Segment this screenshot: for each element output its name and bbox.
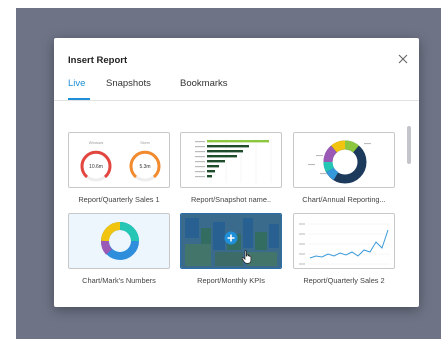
report-thumbnail [293,213,395,269]
report-card-label: Report/Quarterly Sales 2 [303,276,385,285]
tab-live[interactable]: Live [68,78,85,89]
plus-icon[interactable] [224,231,238,245]
report-card-quarterly-sales-2[interactable]: Report/Quarterly Sales 2 [293,213,395,285]
tab-snapshots[interactable]: Snapshots [106,78,151,89]
report-card-label: Report/Monthly KPIs [197,276,265,285]
report-thumbnail [180,213,282,269]
report-card-marks-numbers[interactable]: Chart/Mark's Numbers [68,213,170,285]
gauge-left-value: 10.6m [89,164,103,170]
insert-report-dialog: Insert Report Live Snapshots Bookmarks W… [54,38,419,307]
report-card-label: Report/Quarterly Sales 1 [78,195,160,204]
report-thumbnail [68,213,170,269]
gauge-left-title: Windows [89,141,104,145]
gauge-right-title: Storm [140,141,150,145]
vertical-scrollbar[interactable] [407,126,411,164]
report-card-snapshot[interactable]: Report/Snapshot name.. [180,132,282,204]
dialog-title: Insert Report [68,55,128,66]
report-card-monthly-kpis[interactable]: Report/Monthly KPIs [180,213,282,285]
report-card-quarterly-sales-1[interactable]: Windows Storm 10.6m 5.3m Report/Quarterl… [68,132,170,204]
report-card-label: Report/Snapshot name.. [190,195,272,204]
report-card-label: Chart/Mark's Numbers [82,276,156,285]
report-card-annual-reporting[interactable]: Chart/Annual Reporting... [293,132,395,204]
close-icon[interactable] [397,52,409,64]
tab-bookmarks[interactable]: Bookmarks [180,78,228,89]
report-thumbnail [180,132,282,188]
report-card-label: Chart/Annual Reporting... [302,195,386,204]
report-thumbnail: Windows Storm 10.6m 5.3m [68,132,170,188]
hand-cursor-icon [241,250,252,264]
tabs-divider [54,100,419,101]
report-thumbnail [293,132,395,188]
gauge-right-value: 5.3m [139,164,150,170]
